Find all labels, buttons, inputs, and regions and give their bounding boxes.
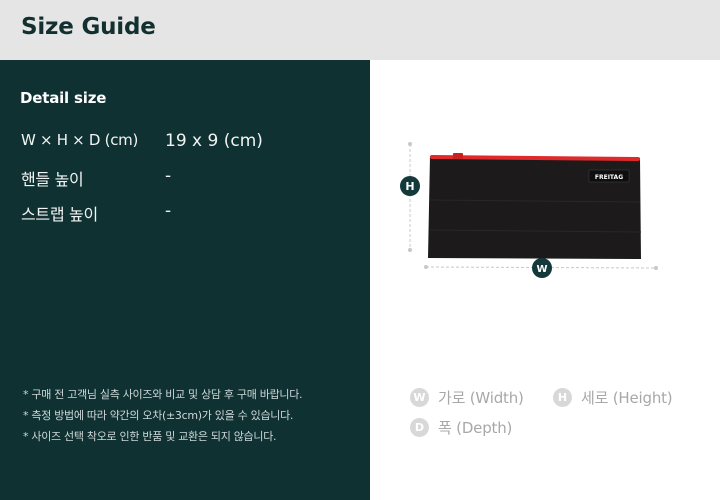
height-guide-end bbox=[408, 142, 412, 146]
page-title: Size Guide bbox=[21, 14, 156, 40]
note-line: * 사이즈 선택 착오로 인한 반품 및 교환은 되지 않습니다. bbox=[23, 430, 277, 443]
size-row-label: 핸들 높이 bbox=[21, 170, 84, 189]
zipper-pull bbox=[453, 153, 463, 159]
height-guide-end bbox=[408, 248, 412, 252]
width-guide-end bbox=[654, 266, 658, 270]
brand-tag-text: FREITAG bbox=[595, 174, 623, 181]
size-row-label: 스트랩 높이 bbox=[21, 205, 98, 224]
legend-height: H 세로 (Height) bbox=[553, 387, 673, 408]
detail-panel: Detail size W × H × D (cm) 19 x 9 (cm) 핸… bbox=[0, 60, 370, 500]
size-row-value: 19 x 9 (cm) bbox=[165, 131, 263, 151]
legend-badge: W bbox=[410, 388, 429, 407]
legend-width: W 가로 (Width) bbox=[410, 387, 524, 408]
legend-text: 폭 (Depth) bbox=[438, 419, 513, 437]
height-badge-label: H bbox=[405, 180, 414, 193]
note-line: * 측정 방법에 따라 약간의 오차(±3cm)가 있을 수 있습니다. bbox=[23, 409, 294, 422]
legend-text: 가로 (Width) bbox=[438, 389, 524, 407]
note-line: * 구매 전 고객님 실측 사이즈와 비교 및 상담 후 구매 바랍니다. bbox=[23, 388, 303, 401]
header-bar: Size Guide bbox=[0, 0, 720, 60]
size-row-value: - bbox=[165, 201, 172, 221]
notes: * 구매 전 고객님 실측 사이즈와 비교 및 상담 후 구매 바랍니다. * … bbox=[23, 384, 303, 447]
product-dimension-figure: FREITAG H W bbox=[400, 142, 658, 278]
size-row-label: W × H × D (cm) bbox=[21, 131, 139, 149]
size-row-value: - bbox=[165, 166, 172, 186]
legend-text: 세로 (Height) bbox=[581, 389, 673, 407]
width-guide-end bbox=[424, 265, 428, 269]
figure-panel: FREITAG H W W 가로 (Width) H 세로 (Height) D 폭 … bbox=[370, 60, 720, 500]
pouch-image: FREITAG bbox=[428, 153, 642, 259]
legend-badge: D bbox=[410, 418, 429, 437]
width-badge-label: W bbox=[536, 264, 547, 275]
legend-badge: H bbox=[553, 388, 572, 407]
detail-size-title: Detail size bbox=[20, 89, 107, 107]
legend-depth: D 폭 (Depth) bbox=[410, 417, 512, 438]
